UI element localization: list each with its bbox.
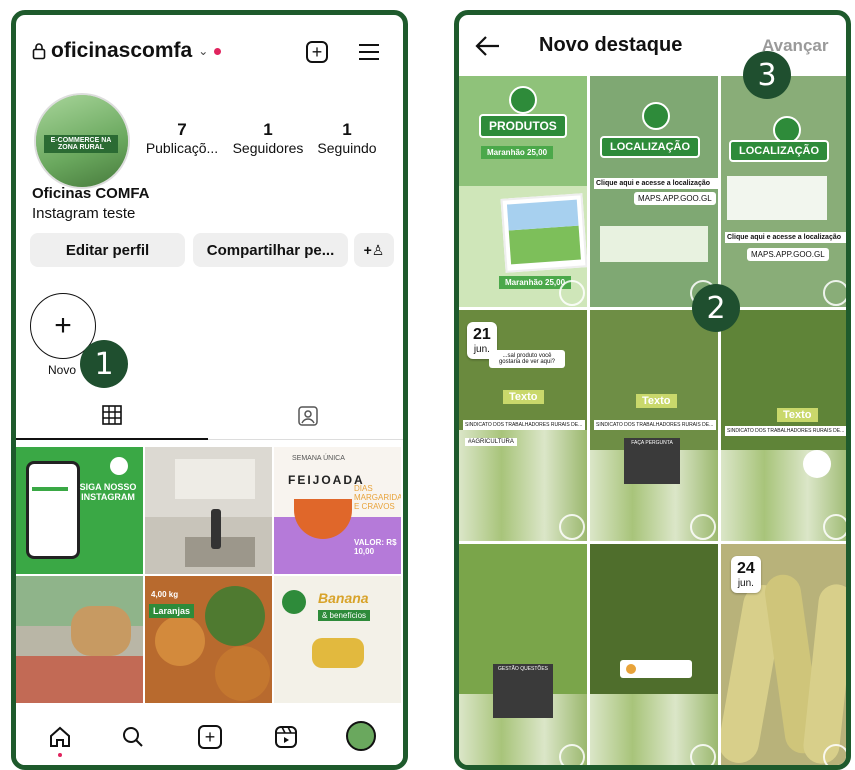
select-circle[interactable] — [559, 514, 585, 540]
grid-icon — [102, 405, 122, 425]
story-cell-2[interactable]: LOCALIZAÇÃO Clique aqui e acesse a local… — [590, 76, 718, 307]
select-circle[interactable] — [690, 514, 716, 540]
story-cell-3[interactable]: LOCALIZAÇÃO Clique aqui e acesse a local… — [721, 76, 846, 307]
story-cell-5[interactable]: Texto SINDICATO DOS TRABALHADORES RURAIS… — [590, 310, 718, 541]
stat-following[interactable]: 1 Seguindo — [312, 120, 382, 156]
select-circle[interactable] — [690, 744, 716, 765]
add-person-icon[interactable]: +♙ — [354, 233, 394, 267]
tab-indicator — [16, 438, 208, 440]
screen-title: Novo destaque — [539, 34, 683, 56]
avatar-label: E-COMMERCE NA ZONA RURAL — [44, 135, 118, 153]
new-highlight-label: Novo — [48, 363, 77, 377]
chevron-down-icon: ⌄ — [198, 44, 209, 58]
profile-bio: Instagram teste — [32, 205, 136, 222]
home-dot — [58, 753, 62, 757]
reels-icon[interactable] — [274, 725, 298, 754]
select-circle[interactable] — [559, 744, 585, 765]
select-circle[interactable] — [559, 280, 585, 306]
back-arrow-icon[interactable] — [475, 35, 501, 62]
story-cell-9[interactable]: 24 jun. — [721, 544, 846, 765]
step-badge-2: 2 — [692, 284, 740, 332]
post-3[interactable]: SEMANA ÚNICA FEIJOADA DIAS MARGARIDAS E … — [274, 447, 401, 574]
stat-followers[interactable]: 1 Seguidores — [228, 120, 308, 156]
home-icon[interactable] — [48, 725, 72, 754]
menu-icon[interactable] — [358, 43, 380, 66]
story-cell-8[interactable] — [590, 544, 718, 765]
new-post-icon[interactable]: + — [198, 725, 222, 749]
tab-divider — [208, 439, 403, 440]
username: oficinascomfa — [51, 39, 193, 62]
create-icon[interactable]: + — [306, 41, 328, 63]
edit-profile-button[interactable]: Editar perfil — [30, 233, 185, 267]
tagged-person-icon — [298, 406, 318, 426]
story-cell-1[interactable]: PRODUTOS Maranhão 25,00 Maranhão 25,00 — [459, 76, 587, 307]
tab-tagged[interactable] — [208, 405, 403, 427]
search-icon[interactable] — [121, 725, 145, 754]
profile-screen: oficinascomfa ⌄ + E-COMMERCE NA ZONA RUR… — [11, 10, 408, 770]
post-6[interactable]: Banana & benefícios — [274, 576, 401, 703]
post-2[interactable] — [145, 447, 272, 574]
story-cell-4[interactable]: 21 jun. ...sal produto você gostaria de v… — [459, 310, 587, 541]
share-profile-button[interactable]: Compartilhar pe... — [193, 233, 348, 267]
step-badge-3: 3 — [743, 51, 791, 99]
tab-grid[interactable] — [16, 405, 208, 425]
stat-posts[interactable]: 7 Publicaçõ... — [144, 120, 220, 156]
post-4[interactable] — [16, 576, 143, 703]
profile-avatar-icon[interactable] — [346, 721, 376, 751]
account-switcher[interactable]: oficinascomfa ⌄ — [32, 39, 222, 63]
lock-icon — [32, 43, 46, 60]
select-circle[interactable] — [823, 280, 846, 306]
avatar[interactable]: E-COMMERCE NA ZONA RURAL — [34, 93, 130, 189]
post-1[interactable]: SIGA NOSSO INSTAGRAM — [16, 447, 143, 574]
select-circle[interactable] — [823, 744, 846, 765]
profile-name: Oficinas COMFA — [32, 185, 150, 202]
new-highlight-screen: Novo destaque Avançar PRODUTOS Maranhão … — [454, 10, 851, 770]
post-5[interactable]: Laranjas 4,00 kg — [145, 576, 272, 703]
step-badge-1: 1 — [80, 340, 128, 388]
notification-dot — [214, 47, 222, 55]
story-cell-6[interactable]: Texto SINDICATO DOS TRABALHADORES RURAIS… — [721, 310, 846, 541]
story-cell-7[interactable]: GESTÃO QUESTÕES — [459, 544, 587, 765]
select-circle[interactable] — [823, 514, 846, 540]
